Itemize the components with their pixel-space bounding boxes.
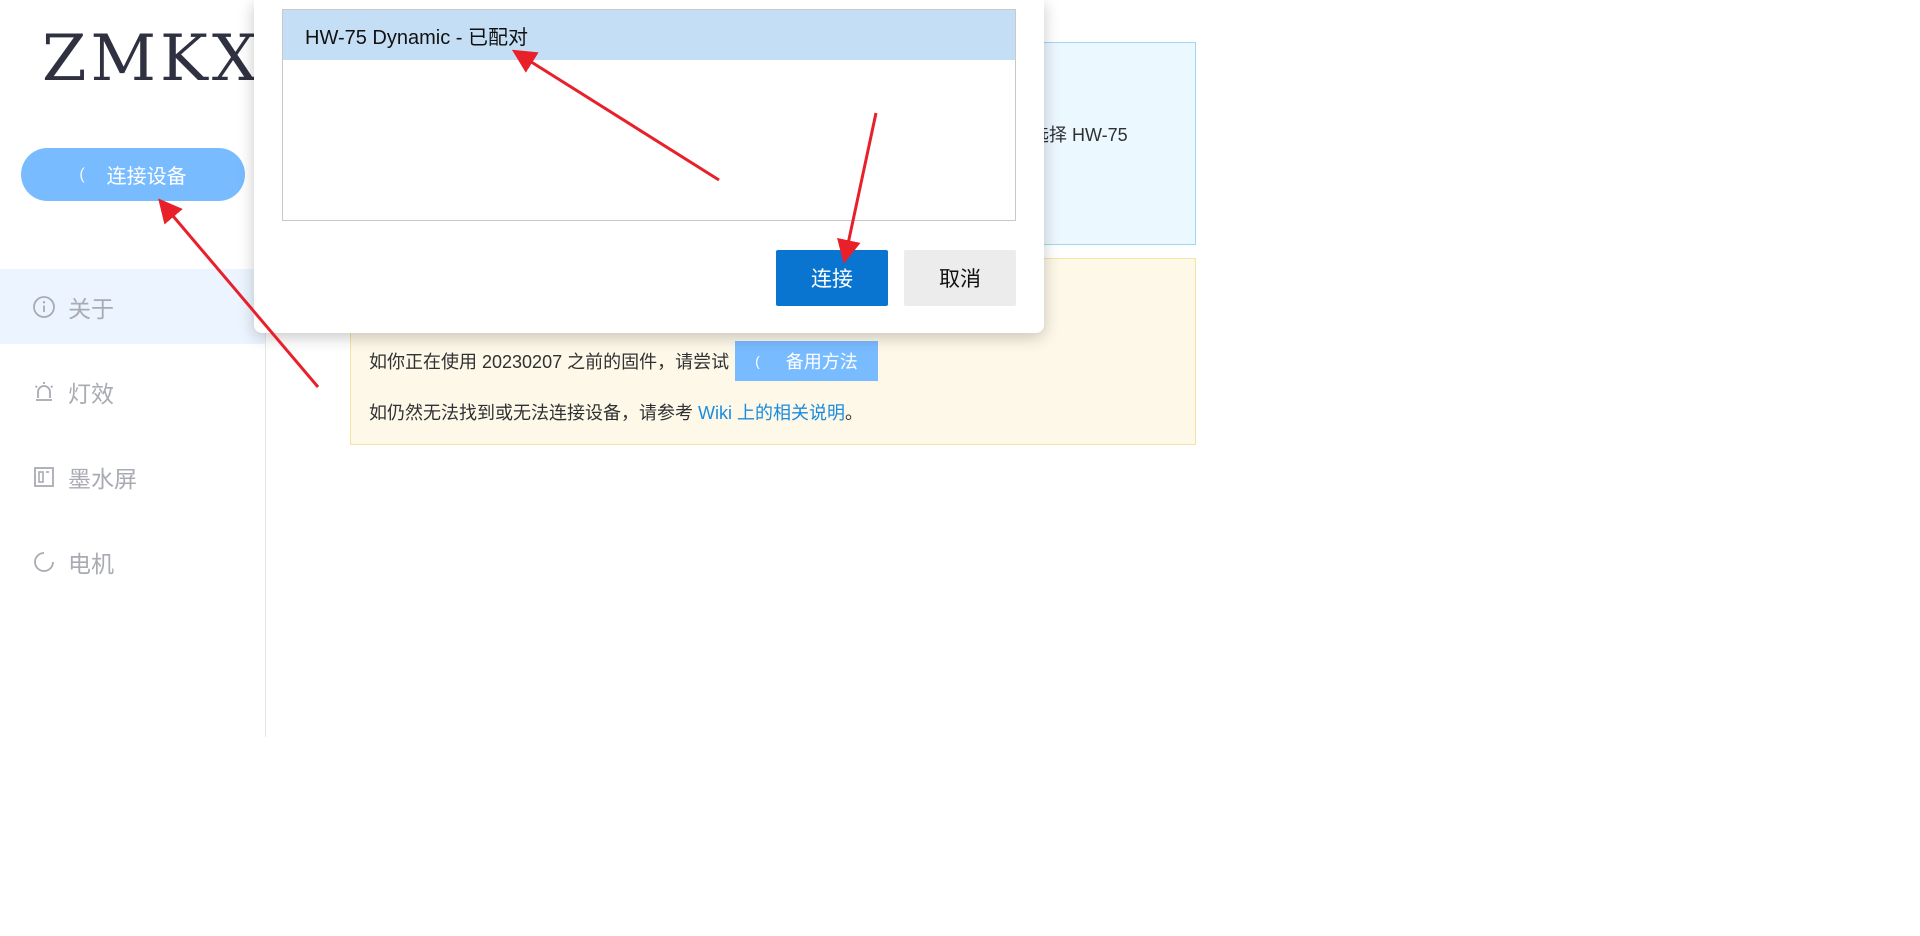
firmware-hint: 如你正在使用 20230207 之前的固件，请尝试 ( 备用方法: [369, 341, 878, 381]
sidebar-item-label: 关于: [68, 295, 114, 322]
wiki-hint-prefix: 如仍然无法找到或无法连接设备，请参考: [369, 403, 698, 423]
connect-button[interactable]: 连接: [776, 250, 888, 306]
sidebar-item-motor[interactable]: 电机: [0, 524, 265, 599]
wiki-link[interactable]: Wiki 上的相关说明: [698, 403, 845, 423]
sidebar-item-about[interactable]: 关于: [0, 269, 265, 344]
sidebar-item-eink[interactable]: 墨水屏: [0, 439, 265, 514]
loading-spinner-icon: (: [79, 165, 85, 183]
sidebar-item-label: 墨水屏: [68, 465, 137, 492]
info-alert-text: 选择 HW-75: [1031, 125, 1128, 145]
loading-spinner-icon: (: [755, 353, 760, 369]
device-list[interactable]: HW-75 Dynamic - 已配对: [282, 9, 1016, 221]
sidebar-menu: 关于 灯效 墨水屏 电机: [0, 269, 265, 609]
app-logo: ZMKX: [42, 22, 262, 96]
eink-frame-icon: [32, 465, 56, 489]
sidebar-item-label: 电机: [68, 550, 114, 577]
device-list-item[interactable]: HW-75 Dynamic - 已配对: [283, 10, 1015, 60]
loading-arc-icon: [32, 550, 56, 574]
cancel-button[interactable]: 取消: [904, 250, 1016, 306]
wiki-hint: 如仍然无法找到或无法连接设备，请参考 Wiki 上的相关说明。: [369, 399, 863, 425]
firmware-hint-text: 如你正在使用 20230207 之前的固件，请尝试: [369, 352, 730, 372]
sidebar: ZMKX ( 连接设备 关于 灯效 墨水屏 电机: [0, 0, 266, 737]
alarm-light-icon: [32, 380, 56, 404]
backup-method-label: 备用方法: [785, 352, 858, 372]
sidebar-item-lighting[interactable]: 灯效: [0, 354, 265, 429]
info-icon: [32, 295, 56, 319]
device-chooser-dialog: HW-75 Dynamic - 已配对 连接 取消: [254, 0, 1044, 333]
backup-method-button[interactable]: ( 备用方法: [735, 341, 878, 381]
sidebar-item-label: 灯效: [68, 380, 114, 407]
connect-device-button[interactable]: ( 连接设备: [21, 148, 245, 201]
wiki-hint-suffix: 。: [845, 403, 863, 423]
connect-device-label: 连接设备: [106, 166, 187, 188]
